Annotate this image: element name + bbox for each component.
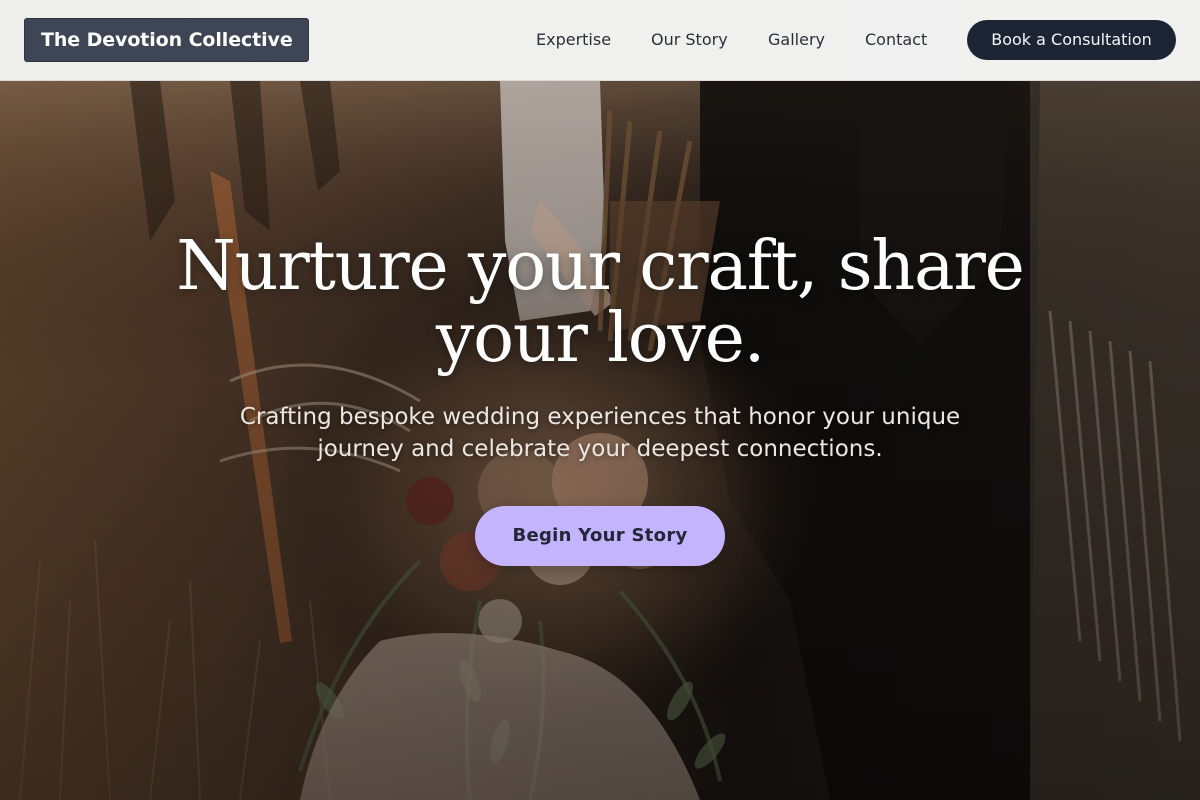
hero-title: Nurture your craft, share your love. [176,227,1025,378]
begin-your-story-button[interactable]: Begin Your Story [475,506,725,566]
book-consultation-button[interactable]: Book a Consultation [967,20,1176,60]
nav-link-contact[interactable]: Contact [865,28,927,52]
site-logo[interactable]: The Devotion Collective [24,18,309,62]
nav-link-gallery[interactable]: Gallery [768,28,825,52]
nav-link-our-story[interactable]: Our Story [651,28,728,52]
site-header: The Devotion Collective Expertise Our St… [0,0,1200,81]
hero-subtitle: Crafting bespoke wedding experiences tha… [239,404,961,462]
nav-link-expertise[interactable]: Expertise [536,28,611,52]
hero-section: Nurture your craft, share your love. Cra… [0,81,1200,800]
